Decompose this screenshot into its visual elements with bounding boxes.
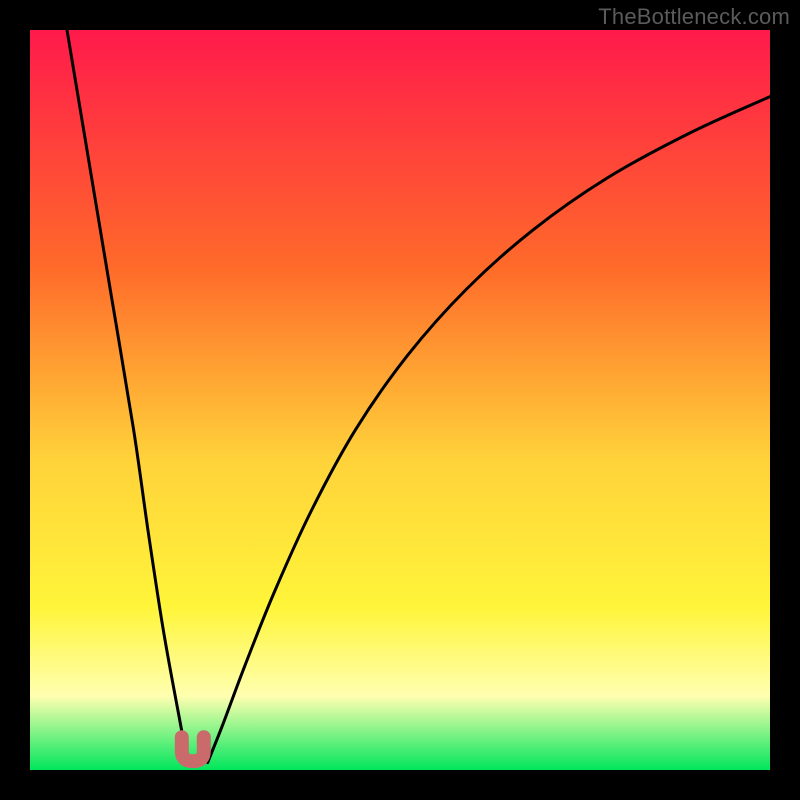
gradient-background [30,30,770,770]
bottleneck-chart [30,30,770,770]
watermark-text: TheBottleneck.com [598,4,790,30]
chart-frame: TheBottleneck.com [0,0,800,800]
